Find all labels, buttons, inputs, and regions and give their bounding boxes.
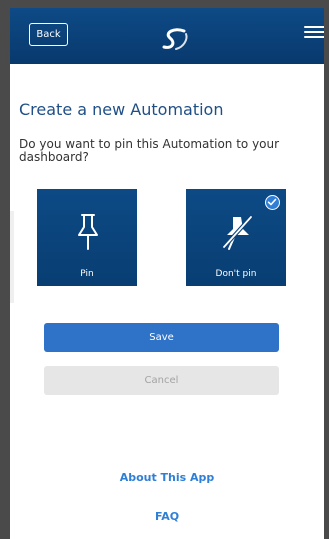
- unpin-icon: [222, 215, 253, 250]
- cancel-button[interactable]: Cancel: [44, 366, 279, 395]
- page-title: Create a new Automation: [19, 100, 224, 119]
- pin-icon: [78, 214, 98, 250]
- pin-question: Do you want to pin this Automation to yo…: [19, 137, 280, 164]
- faq-link[interactable]: FAQ: [10, 510, 324, 523]
- save-button[interactable]: Save: [44, 323, 279, 352]
- back-button[interactable]: Back: [29, 23, 68, 46]
- about-app-link[interactable]: About This App: [10, 471, 324, 484]
- dont-pin-option-label: Don't pin: [215, 269, 257, 279]
- selected-check-icon: [265, 195, 280, 210]
- pin-option-tile[interactable]: Pin: [37, 189, 137, 286]
- dont-pin-option-tile[interactable]: Don't pin: [186, 189, 286, 286]
- pin-option-label: Pin: [80, 269, 94, 279]
- hamburger-menu-icon[interactable]: [304, 26, 326, 42]
- app-header: Back: [10, 8, 326, 64]
- side-shade: [0, 211, 14, 303]
- swirl-logo-icon: [162, 28, 188, 50]
